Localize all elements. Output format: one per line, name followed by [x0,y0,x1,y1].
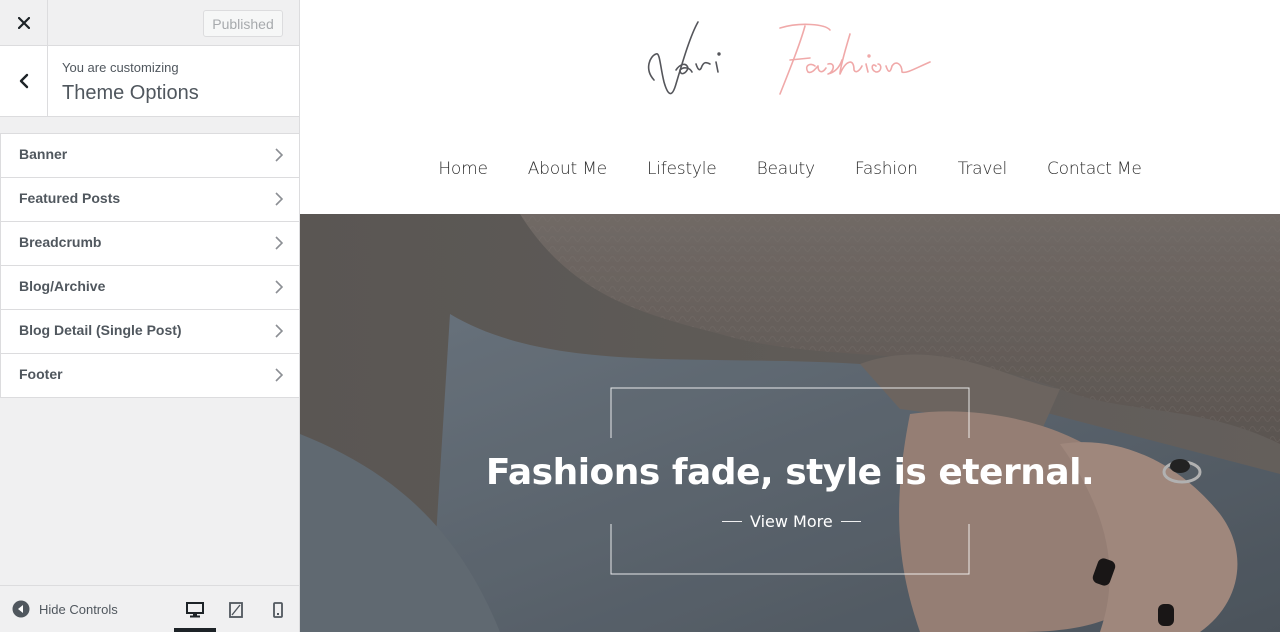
nav-contact-me[interactable]: Contact Me [1047,159,1142,179]
chevron-right-icon [275,236,283,250]
menu-item-label: Featured Posts [19,190,121,206]
nav-about-me[interactable]: About Me [528,159,607,179]
publish-button[interactable]: Published [203,10,283,37]
customizer-header: Published [0,0,299,46]
theme-options-menu: Banner Featured Posts Breadcrumb Blog/Ar… [0,133,299,398]
hide-controls-label: Hide Controls [39,601,118,617]
tablet-icon [229,602,243,618]
chevron-right-icon [275,368,283,382]
close-icon [17,16,30,29]
dash-decoration [722,521,742,522]
customizing-label: You are customizing [62,60,179,75]
section-title: Theme Options [62,82,199,104]
hero-banner: Fashions fade, style is eternal. View Mo… [300,214,1280,632]
desktop-icon [186,602,204,618]
menu-item-blog-detail[interactable]: Blog Detail (Single Post) [0,310,299,354]
nav-home[interactable]: Home [438,159,488,179]
chevron-right-icon [275,280,283,294]
menu-item-breadcrumb[interactable]: Breadcrumb [0,222,299,266]
chevron-right-icon [275,324,283,338]
back-button[interactable] [0,46,48,116]
site-preview: Home About Me Lifestyle Beauty Fashion T… [300,0,1280,632]
menu-item-label: Blog/Archive [19,278,106,294]
menu-item-label: Blog Detail (Single Post) [19,322,182,338]
customizer-sidebar: Published You are customizing Theme Opti… [0,0,300,632]
menu-item-footer[interactable]: Footer [0,354,299,398]
customizer-footer: Hide Controls [0,585,299,632]
preview-tablet-button[interactable] [226,600,246,620]
menu-item-banner[interactable]: Banner [0,134,299,178]
menu-item-label: Breadcrumb [19,234,102,250]
section-header: You are customizing Theme Options [0,46,299,117]
preview-desktop-button[interactable] [185,600,205,620]
main-navigation: Home About Me Lifestyle Beauty Fashion T… [300,159,1280,179]
hide-controls-button[interactable]: Hide Controls [12,600,118,618]
chevron-right-icon [275,148,283,162]
preview-mobile-button[interactable] [268,600,288,620]
nav-beauty[interactable]: Beauty [757,159,816,179]
nav-lifestyle[interactable]: Lifestyle [647,159,717,179]
hero-background-image [300,214,1280,632]
view-more-button[interactable]: View More [722,512,861,531]
site-logo[interactable] [640,14,940,106]
hero-heading: Fashions fade, style is eternal. [485,452,1095,493]
close-customizer-button[interactable] [0,0,48,45]
chevron-left-icon [19,73,28,89]
active-device-indicator [174,628,216,632]
menu-item-label: Banner [19,146,68,162]
nav-fashion[interactable]: Fashion [855,159,918,179]
collapse-left-icon [12,600,30,618]
mobile-icon [273,602,283,618]
menu-item-label: Footer [19,366,63,382]
chevron-right-icon [275,192,283,206]
view-more-label: View More [750,512,833,531]
menu-item-blog-archive[interactable]: Blog/Archive [0,266,299,310]
menu-item-featured-posts[interactable]: Featured Posts [0,178,299,222]
nav-travel[interactable]: Travel [958,159,1008,179]
dash-decoration [840,521,861,522]
